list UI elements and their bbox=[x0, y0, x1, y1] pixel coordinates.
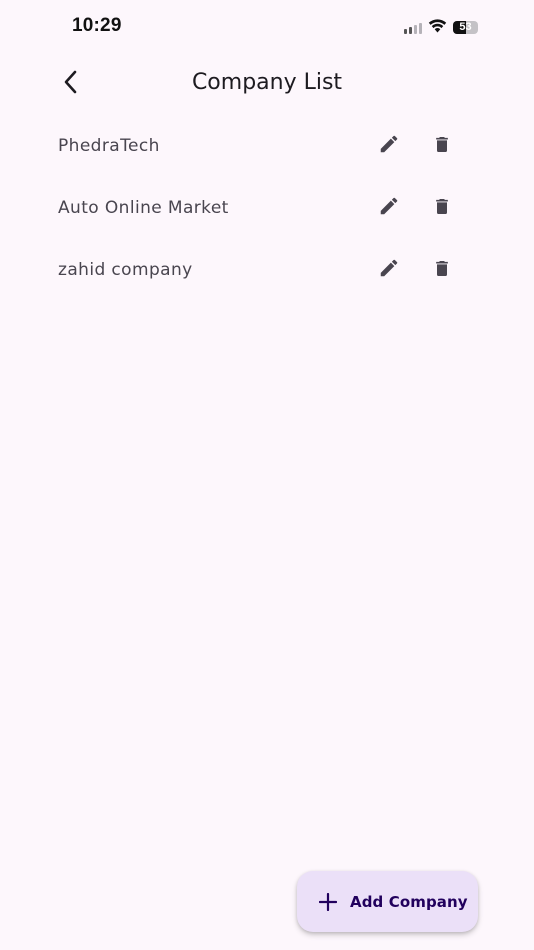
trash-icon bbox=[432, 195, 452, 222]
edit-button[interactable] bbox=[369, 188, 409, 228]
plus-icon bbox=[317, 891, 339, 913]
battery-level: 53 bbox=[459, 21, 472, 33]
company-name: PhedraTech bbox=[58, 136, 160, 156]
list-item[interactable]: PhedraTech bbox=[0, 115, 534, 177]
pencil-icon bbox=[378, 133, 400, 159]
pencil-icon bbox=[378, 195, 400, 221]
pencil-icon bbox=[378, 257, 400, 283]
add-company-label: Add Company bbox=[350, 892, 468, 911]
trash-icon bbox=[432, 133, 452, 160]
status-time: 10:29 bbox=[72, 15, 122, 36]
page-title: Company List bbox=[191, 70, 343, 95]
status-icons: 53 bbox=[404, 18, 478, 37]
list-item[interactable]: Auto Online Market bbox=[0, 177, 534, 239]
delete-button[interactable] bbox=[422, 188, 462, 228]
app-bar: Company List bbox=[0, 56, 534, 112]
company-list: PhedraTech Auto Online Market zahid comp… bbox=[0, 115, 534, 301]
edit-button[interactable] bbox=[369, 250, 409, 290]
delete-button[interactable] bbox=[422, 126, 462, 166]
company-name: Auto Online Market bbox=[58, 198, 229, 218]
list-item[interactable]: zahid company bbox=[0, 239, 534, 301]
battery-icon: 53 bbox=[453, 21, 478, 34]
wifi-icon bbox=[428, 18, 447, 37]
status-bar: 10:29 53 bbox=[0, 0, 534, 56]
edit-button[interactable] bbox=[369, 126, 409, 166]
cellular-signal-icon bbox=[404, 22, 422, 34]
trash-icon bbox=[432, 257, 452, 284]
add-company-button[interactable]: Add Company bbox=[297, 871, 478, 932]
delete-button[interactable] bbox=[422, 250, 462, 290]
company-name: zahid company bbox=[58, 260, 193, 280]
